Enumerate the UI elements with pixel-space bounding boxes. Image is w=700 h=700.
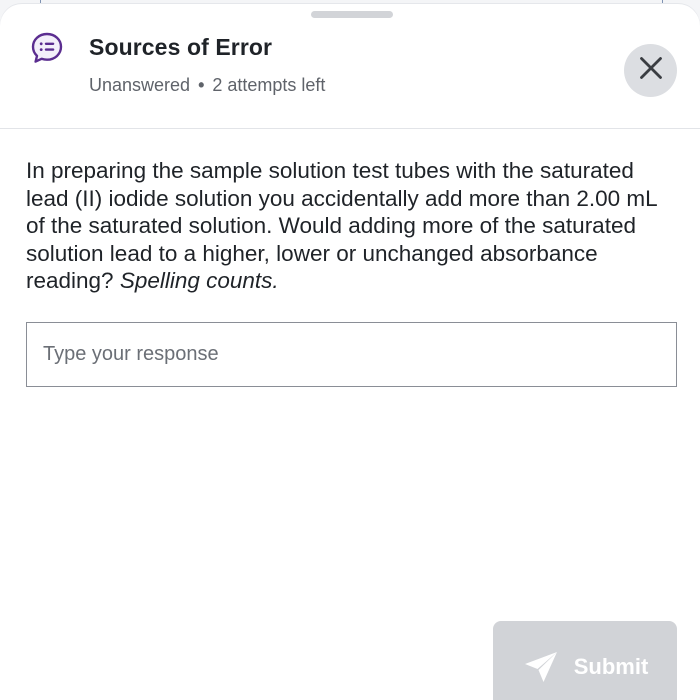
send-icon	[522, 649, 560, 690]
question-status: Unanswered • 2 attempts left	[89, 75, 325, 96]
question-sheet: Sources of Error Unanswered • 2 attempts l…	[0, 4, 700, 700]
attempts-left: 2 attempts left	[212, 75, 326, 95]
sheet-header: Sources of Error Unanswered • 2 attempts l…	[0, 4, 700, 129]
response-input[interactable]	[26, 322, 677, 387]
question-note: Spelling counts.	[119, 268, 279, 293]
submit-label: Submit	[573, 654, 649, 679]
question-list-icon	[30, 31, 64, 65]
separator-dot: •	[198, 75, 205, 95]
close-icon	[639, 56, 663, 85]
close-button[interactable]	[624, 44, 677, 97]
answer-status: Unanswered	[89, 75, 191, 95]
question-title: Sources of Error	[89, 34, 273, 60]
submit-button[interactable]: Submit	[493, 621, 677, 700]
question-prompt: In preparing the sample solution test tu…	[26, 157, 676, 295]
app-frame: Sources of Error Unanswered • 2 attempts l…	[0, 0, 700, 700]
